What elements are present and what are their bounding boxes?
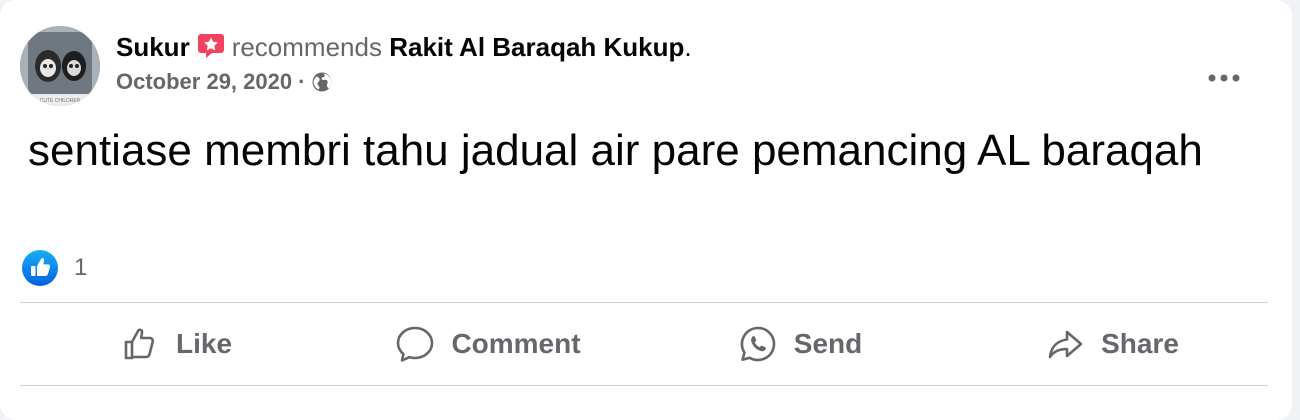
like-label: Like xyxy=(175,328,233,359)
whatsapp-icon xyxy=(738,324,778,364)
recommended-page-link[interactable]: Rakit Al Baraqah Kukup xyxy=(389,32,684,62)
avatar-caption: CUTE CHILDREN xyxy=(40,98,81,104)
action-bar: Like Comment Send Share xyxy=(20,303,1268,385)
post-body-text: sentiase membri tahu jadual air pare pem… xyxy=(28,126,1203,175)
comment-button[interactable]: Comment xyxy=(332,303,644,385)
send-button[interactable]: Send xyxy=(644,303,956,385)
post-card: CUTE CHILDREN Sukur recommends Rakit Al … xyxy=(0,0,1292,420)
reaction-summary[interactable]: 1 xyxy=(22,250,87,286)
globe-icon[interactable] xyxy=(311,71,333,93)
like-button[interactable]: Like xyxy=(20,303,332,385)
meta-separator: · xyxy=(298,69,306,94)
divider xyxy=(20,385,1268,386)
avatar[interactable]: CUTE CHILDREN xyxy=(20,26,100,106)
comment-label: Comment xyxy=(451,328,581,359)
share-arrow-icon xyxy=(1045,324,1085,364)
speech-bubble-icon xyxy=(395,324,435,364)
recommend-badge-icon xyxy=(196,30,226,60)
share-label: Share xyxy=(1101,328,1179,359)
recommends-verb: recommends xyxy=(231,32,382,62)
post-header: CUTE CHILDREN Sukur recommends Rakit Al … xyxy=(20,26,1260,106)
more-dots-icon xyxy=(1208,74,1240,82)
post-meta: October 29, 2020 · xyxy=(116,68,333,96)
post-date[interactable]: October 29, 2020 xyxy=(116,68,292,96)
send-label: Send xyxy=(793,328,863,359)
thumbs-up-outline-icon xyxy=(120,324,160,364)
more-options-button[interactable] xyxy=(1202,56,1246,100)
title-period: . xyxy=(684,32,692,62)
share-button[interactable]: Share xyxy=(956,303,1268,385)
author-name[interactable]: Sukur xyxy=(116,32,190,62)
post-title-line: Sukur recommends Rakit Al Baraqah Kukup. xyxy=(116,30,692,62)
reaction-count: 1 xyxy=(74,254,88,281)
thumbs-up-icon xyxy=(22,250,58,286)
